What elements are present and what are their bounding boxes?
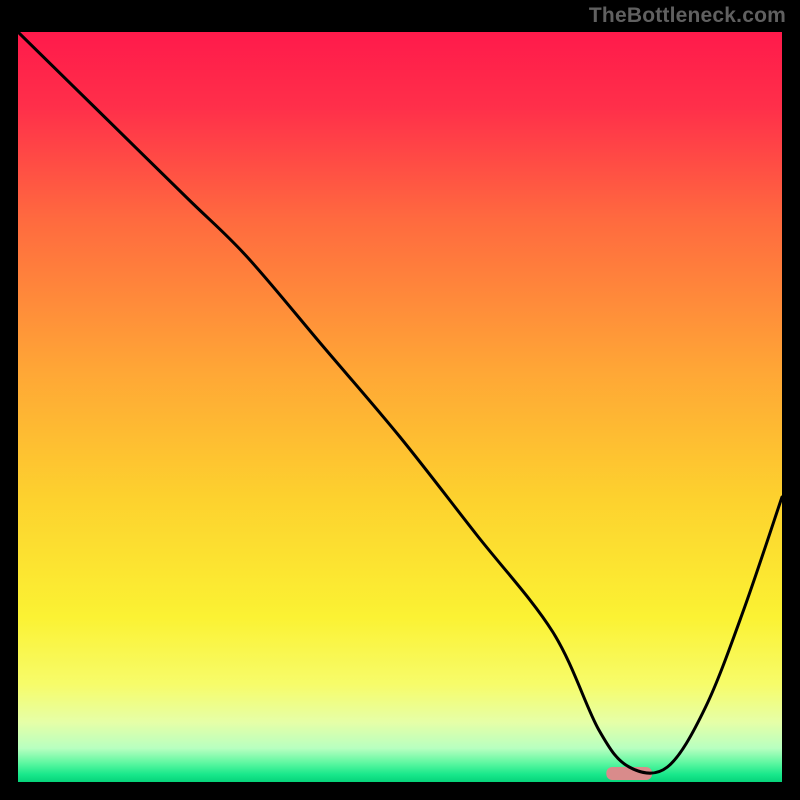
chart-plot-area bbox=[18, 32, 782, 782]
chart-frame bbox=[14, 28, 786, 786]
watermark-text: TheBottleneck.com bbox=[589, 4, 786, 28]
chart-svg bbox=[18, 32, 782, 782]
